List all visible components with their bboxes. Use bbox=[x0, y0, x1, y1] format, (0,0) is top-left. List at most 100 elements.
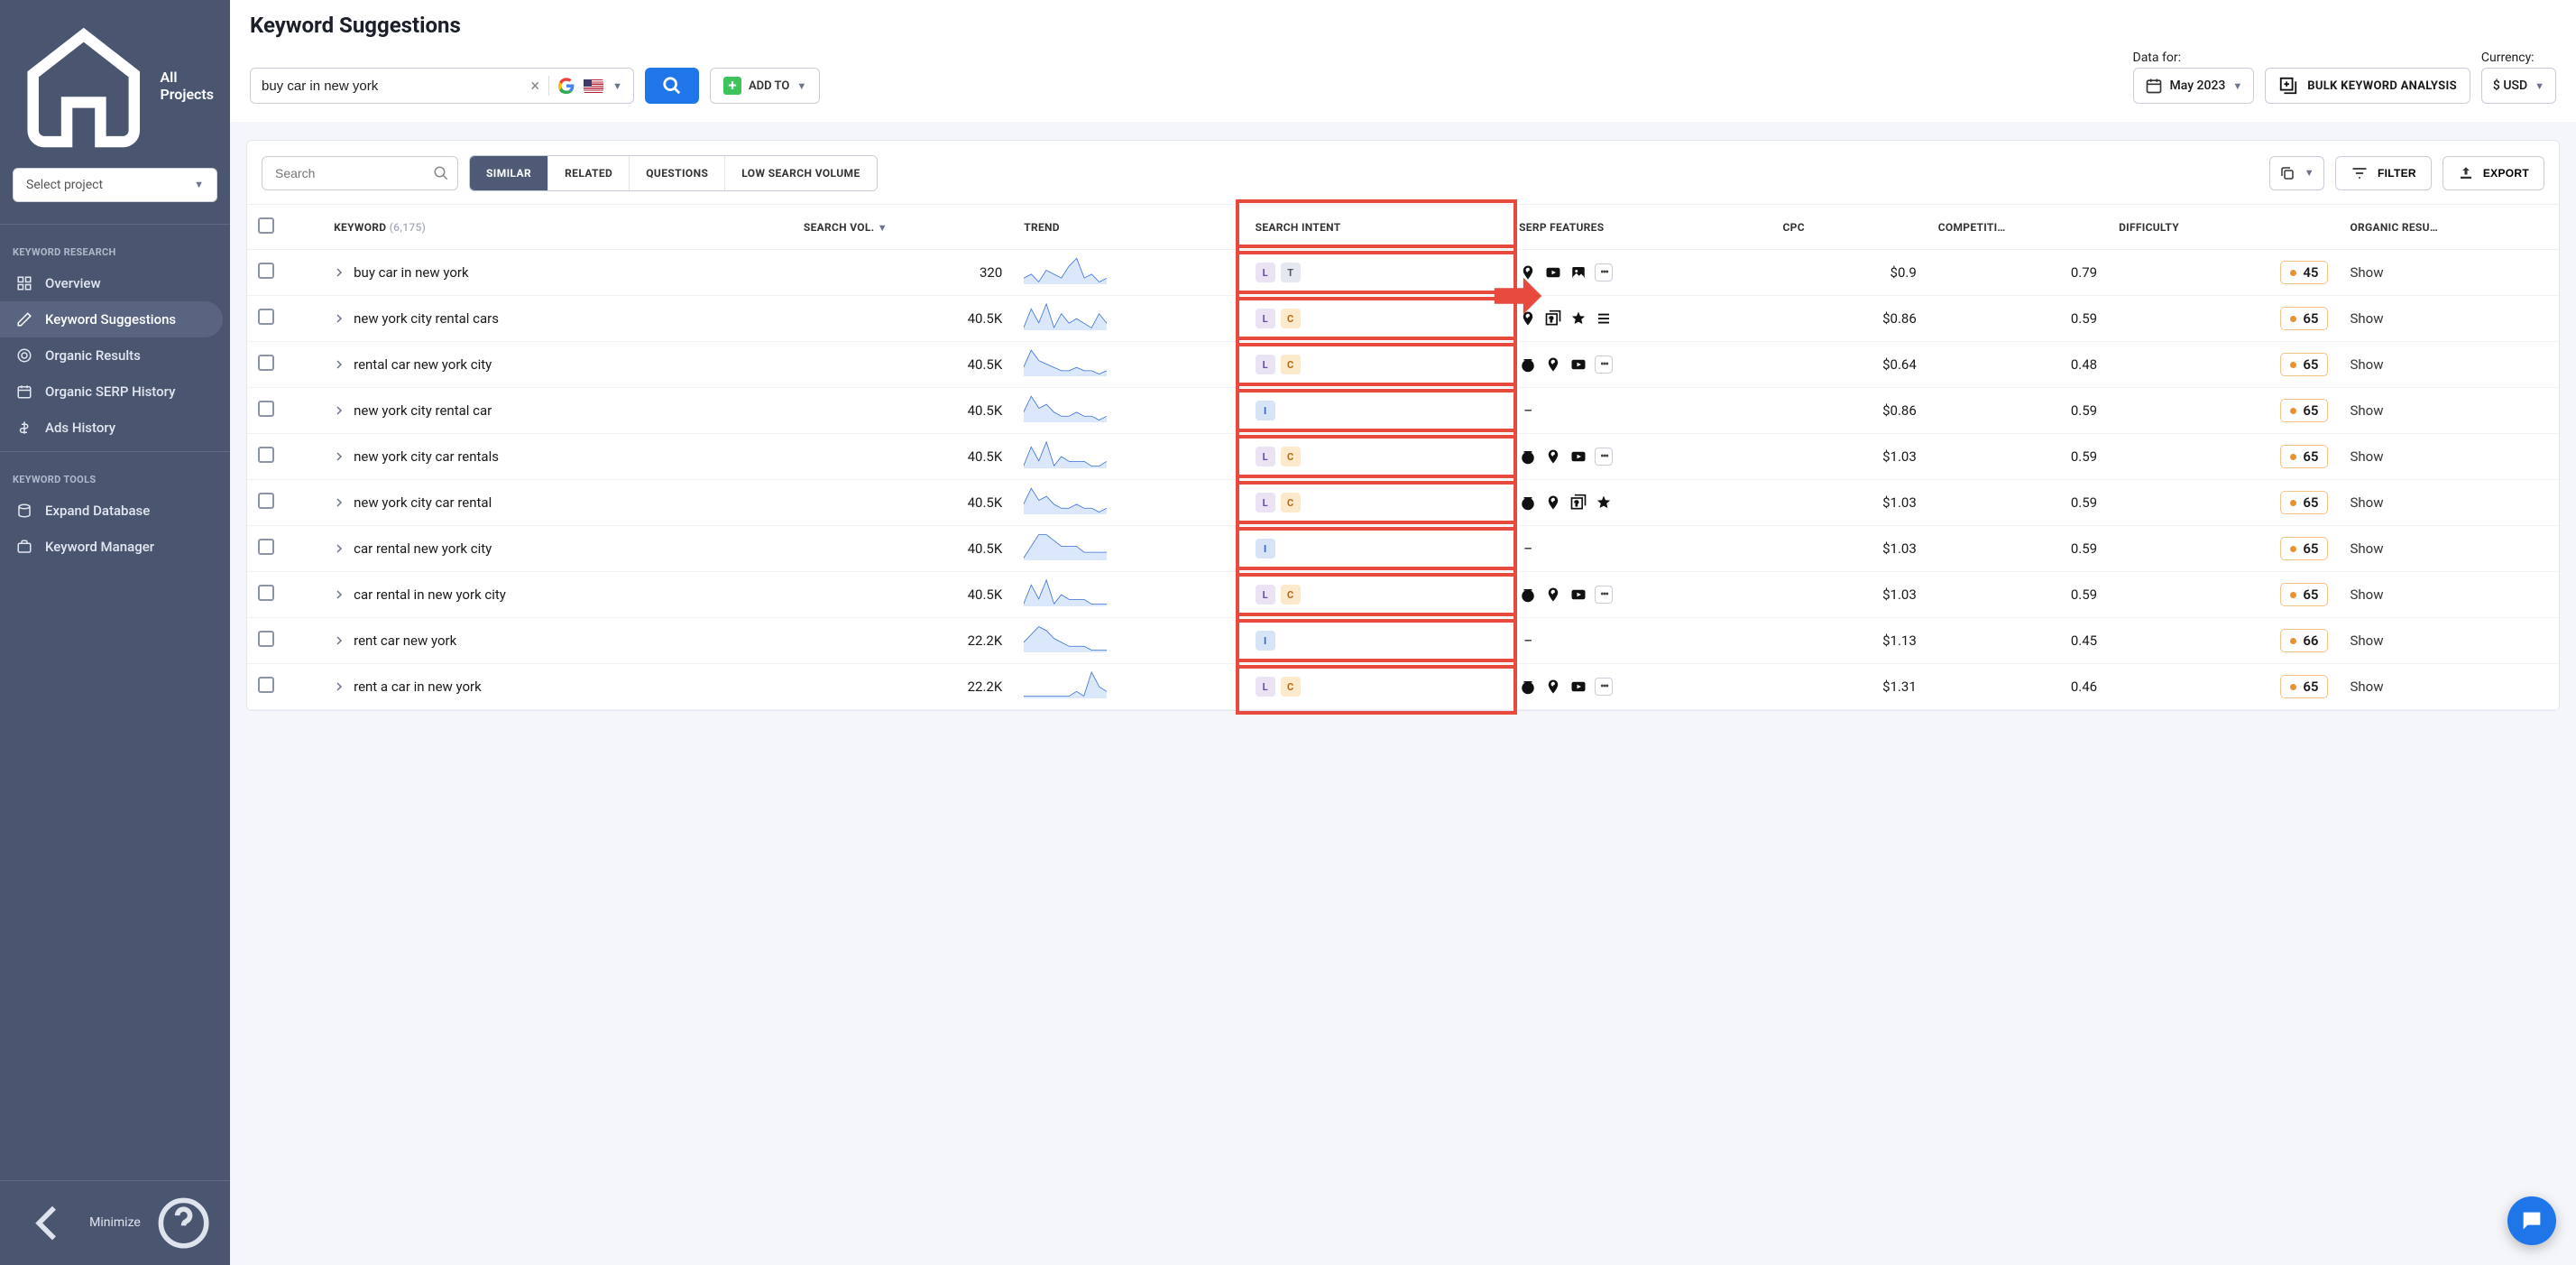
show-organic-link[interactable]: Show bbox=[2350, 402, 2383, 419]
expand-icon[interactable] bbox=[334, 405, 345, 416]
col-difficulty[interactable]: DIFFICULTY bbox=[2108, 205, 2339, 250]
segment-control: SIMILAR RELATED QUESTIONS LOW SEARCH VOL… bbox=[469, 155, 878, 191]
add-to-dropdown[interactable]: + ADD TO ▼ bbox=[710, 68, 820, 104]
search-vol-value: 40.5K bbox=[793, 480, 1013, 526]
help-icon[interactable] bbox=[153, 1193, 214, 1253]
col-search-intent[interactable]: SEARCH INTENT bbox=[1245, 205, 1508, 250]
panel-search-input[interactable] bbox=[262, 156, 458, 190]
intent-badge-c: C bbox=[1281, 585, 1301, 605]
show-organic-link[interactable]: Show bbox=[2350, 632, 2383, 649]
row-checkbox[interactable] bbox=[258, 263, 274, 279]
export-button[interactable]: EXPORT bbox=[2443, 156, 2544, 190]
sidebar-item-label: Ads History bbox=[45, 420, 115, 436]
cpc-value: $0.9 bbox=[1772, 250, 1927, 296]
intent-badge-c: C bbox=[1281, 677, 1301, 697]
sidebar-item-ads-history[interactable]: Ads History bbox=[0, 410, 230, 446]
svg-text:?: ? bbox=[1550, 316, 1553, 325]
row-checkbox[interactable] bbox=[258, 355, 274, 371]
sidebar-item-organic-serp-history[interactable]: Organic SERP History bbox=[0, 374, 230, 410]
search-vol-value: 40.5K bbox=[793, 526, 1013, 572]
row-checkbox[interactable] bbox=[258, 585, 274, 601]
clear-icon[interactable]: × bbox=[531, 77, 540, 96]
expand-icon[interactable] bbox=[334, 359, 345, 370]
segment-low-volume[interactable]: LOW SEARCH VOLUME bbox=[725, 156, 876, 190]
col-trend[interactable]: TREND bbox=[1013, 205, 1244, 250]
row-checkbox[interactable] bbox=[258, 677, 274, 693]
currency-value: $ USD bbox=[2493, 78, 2527, 93]
keyword-text: car rental in new york city bbox=[354, 586, 506, 603]
keyword-text: rent a car in new york bbox=[354, 679, 482, 695]
show-organic-link[interactable]: Show bbox=[2350, 448, 2383, 465]
expand-icon[interactable] bbox=[334, 543, 345, 554]
show-organic-link[interactable]: Show bbox=[2350, 586, 2383, 603]
serp-video-icon bbox=[1569, 586, 1587, 604]
row-checkbox[interactable] bbox=[258, 493, 274, 509]
serp-dollar-icon: $ bbox=[1519, 448, 1537, 466]
intent-badges: I bbox=[1256, 631, 1497, 651]
keyword-text: buy car in new york bbox=[354, 264, 468, 281]
competition-value: 0.59 bbox=[1927, 526, 2108, 572]
copy-dropdown[interactable]: ▼ bbox=[2269, 156, 2324, 190]
sidebar-item-overview[interactable]: Overview bbox=[0, 265, 230, 301]
serp-features: $••• bbox=[1519, 355, 1761, 374]
show-organic-link[interactable]: Show bbox=[2350, 679, 2383, 695]
sidebar-item-keyword-suggestions[interactable]: Keyword Suggestions bbox=[0, 301, 223, 337]
select-project-dropdown[interactable]: Select project ▼ bbox=[13, 168, 217, 202]
col-keyword[interactable]: KEYWORD (6,175) bbox=[323, 205, 793, 250]
col-cpc[interactable]: CPC bbox=[1772, 205, 1927, 250]
col-serp-features[interactable]: SERP FEATURES bbox=[1508, 205, 1771, 250]
page-title: Keyword Suggestions bbox=[250, 13, 2556, 38]
filter-button[interactable]: FILTER bbox=[2335, 156, 2432, 190]
row-checkbox[interactable] bbox=[258, 309, 274, 325]
competition-value: 0.48 bbox=[1927, 342, 2108, 388]
google-icon[interactable] bbox=[558, 78, 575, 94]
segment-similar[interactable]: SIMILAR bbox=[470, 156, 548, 190]
expand-icon[interactable] bbox=[334, 451, 345, 462]
chevron-down-icon[interactable]: ▼ bbox=[612, 80, 622, 92]
keyword-search-input[interactable] bbox=[262, 78, 522, 94]
serp-pin-icon bbox=[1544, 678, 1562, 696]
row-checkbox[interactable] bbox=[258, 401, 274, 417]
show-organic-link[interactable]: Show bbox=[2350, 494, 2383, 511]
cpc-value: $1.31 bbox=[1772, 664, 1927, 710]
segment-related[interactable]: RELATED bbox=[548, 156, 630, 190]
intent-badge-l: L bbox=[1256, 493, 1275, 512]
cpc-value: $1.03 bbox=[1772, 526, 1927, 572]
intent-badges: LC bbox=[1256, 447, 1497, 466]
expand-icon[interactable] bbox=[334, 267, 345, 278]
expand-icon[interactable] bbox=[334, 589, 345, 600]
all-projects-link[interactable]: All Projects bbox=[13, 9, 217, 168]
us-flag-icon[interactable] bbox=[584, 79, 603, 93]
show-organic-link[interactable]: Show bbox=[2350, 310, 2383, 327]
serp-dash-icon: – bbox=[1519, 632, 1537, 650]
show-organic-link[interactable]: Show bbox=[2350, 356, 2383, 373]
row-checkbox[interactable] bbox=[258, 631, 274, 647]
currency-dropdown[interactable]: $ USD ▼ bbox=[2481, 68, 2556, 104]
select-all-checkbox[interactable] bbox=[258, 217, 274, 234]
show-organic-link[interactable]: Show bbox=[2350, 264, 2383, 281]
bulk-keyword-analysis-button[interactable]: BULK KEYWORD ANALYSIS bbox=[2265, 68, 2470, 104]
data-for-dropdown[interactable]: May 2023 ▼ bbox=[2133, 68, 2255, 104]
segment-questions[interactable]: QUESTIONS bbox=[630, 156, 725, 190]
chat-widget[interactable] bbox=[2507, 1196, 2556, 1245]
svg-text:$: $ bbox=[1525, 684, 1530, 694]
serp-more-icon: ••• bbox=[1595, 586, 1613, 604]
show-organic-link[interactable]: Show bbox=[2350, 540, 2383, 557]
serp-features: ? bbox=[1519, 309, 1761, 328]
table-row: new york city rental car 40.5K I – $0.86… bbox=[247, 388, 2559, 434]
sidebar-minimize[interactable]: Minimize bbox=[0, 1180, 230, 1265]
row-checkbox[interactable] bbox=[258, 539, 274, 555]
col-competition[interactable]: COMPETITI… bbox=[1927, 205, 2108, 250]
expand-icon[interactable] bbox=[334, 497, 345, 508]
expand-icon[interactable] bbox=[334, 313, 345, 324]
expand-icon[interactable] bbox=[334, 681, 345, 692]
sidebar-item-expand-database[interactable]: Expand Database bbox=[0, 493, 230, 529]
search-button[interactable] bbox=[645, 68, 699, 104]
serp-video-icon bbox=[1569, 355, 1587, 374]
row-checkbox[interactable] bbox=[258, 447, 274, 463]
sidebar-item-keyword-manager[interactable]: Keyword Manager bbox=[0, 529, 230, 565]
col-search-vol[interactable]: SEARCH VOL. ▼ bbox=[793, 205, 1013, 250]
col-organic-results[interactable]: ORGANIC RESU… bbox=[2339, 205, 2559, 250]
expand-icon[interactable] bbox=[334, 635, 345, 646]
sidebar-item-organic-results[interactable]: Organic Results bbox=[0, 337, 230, 374]
